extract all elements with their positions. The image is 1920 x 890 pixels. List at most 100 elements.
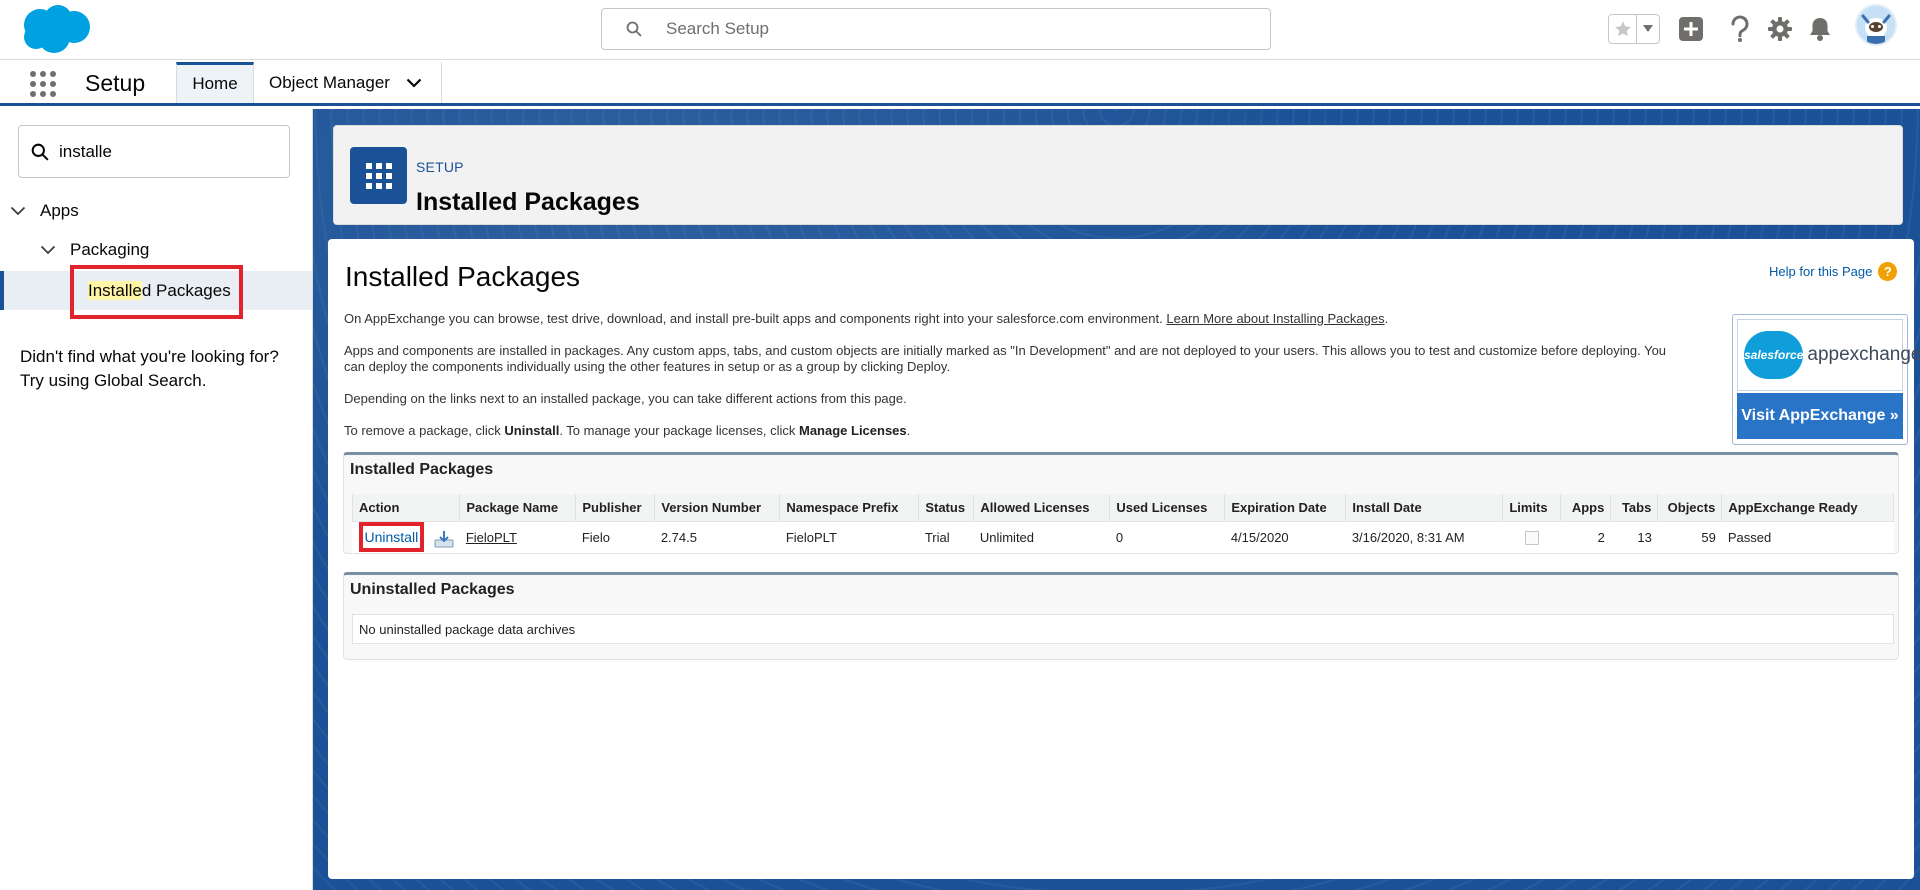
favorites-group bbox=[1608, 14, 1660, 44]
favorites-list-button[interactable] bbox=[1637, 15, 1659, 43]
column-header: Namespace Prefix bbox=[779, 494, 920, 522]
packages-explanation: Apps and components are installed in pac… bbox=[344, 343, 1667, 374]
tab-object-manager-label: Object Manager bbox=[269, 72, 390, 92]
column-header: Package Name bbox=[459, 494, 577, 522]
namespace-cell: FieloPLT bbox=[779, 521, 919, 554]
hint-line-2: Try using Global Search. bbox=[20, 371, 207, 390]
column-header: Publisher bbox=[575, 494, 656, 522]
action-cell: Uninstall bbox=[352, 521, 460, 554]
user-avatar[interactable] bbox=[1855, 4, 1897, 46]
astro-avatar-icon bbox=[1857, 6, 1895, 44]
publisher-cell: Fielo bbox=[575, 521, 655, 554]
tab-home-label: Home bbox=[192, 74, 238, 93]
column-header: Install Date bbox=[1345, 494, 1504, 522]
star-icon bbox=[1614, 21, 1631, 37]
setup-navigation-panel: Apps Packaging Installed Packages Didn't… bbox=[0, 109, 313, 890]
help-link-label: Help for this Page bbox=[1769, 264, 1873, 279]
context-bar: Setup Home Object Manager bbox=[0, 60, 1920, 106]
uninstalled-packages-section: Uninstalled Packages No uninstalled pack… bbox=[343, 572, 1899, 660]
uninstalled-packages-title: Uninstalled Packages bbox=[350, 581, 515, 598]
visit-appexchange-button[interactable]: Visit AppExchange » bbox=[1737, 393, 1903, 439]
icon-square bbox=[385, 162, 392, 169]
installed-packages-title: Installed Packages bbox=[350, 461, 494, 478]
period: . bbox=[1384, 311, 1389, 326]
chevron-down-icon[interactable] bbox=[10, 206, 26, 216]
uninstalled-empty-message: No uninstalled package data archives bbox=[352, 614, 1894, 644]
app-launcher-button[interactable] bbox=[28, 69, 58, 99]
app-launcher-dot bbox=[40, 91, 46, 97]
package-name-link[interactable]: FieloPLT bbox=[466, 530, 517, 545]
column-header: Expiration Date bbox=[1224, 494, 1347, 522]
uninstall-highlight: Uninstall bbox=[358, 522, 425, 552]
tab-home[interactable]: Home bbox=[176, 62, 254, 103]
column-header: Used Licenses bbox=[1109, 494, 1226, 522]
column-header: Limits bbox=[1502, 494, 1562, 522]
app-launcher-dot bbox=[40, 71, 46, 77]
tree-node-apps[interactable]: Apps bbox=[10, 201, 79, 221]
global-header bbox=[0, 0, 1920, 60]
search-icon bbox=[626, 21, 642, 37]
help-for-this-page-link[interactable]: Help for this Page ? bbox=[1769, 262, 1898, 281]
version-cell: 2.74.5 bbox=[654, 521, 780, 554]
limits-checkbox[interactable] bbox=[1524, 530, 1539, 545]
help-button[interactable] bbox=[1723, 12, 1757, 46]
appexchange-wordmark: appexchange bbox=[1807, 344, 1920, 365]
salesforce-logo-icon[interactable] bbox=[18, 3, 94, 55]
setup-app-icon bbox=[350, 147, 407, 204]
tree-node-installed-packages[interactable]: Installed Packages bbox=[0, 265, 312, 319]
appexchange-banner[interactable]: salesforce appexchange Visit AppExchange… bbox=[1732, 314, 1920, 445]
chevron-down-icon[interactable] bbox=[406, 78, 422, 88]
download-icon[interactable] bbox=[434, 530, 454, 548]
column-header: Apps bbox=[1560, 494, 1612, 522]
quick-find-input[interactable] bbox=[59, 138, 279, 166]
global-search[interactable] bbox=[601, 8, 1271, 50]
tab-object-manager[interactable]: Object Manager bbox=[254, 62, 442, 103]
remove-text-e: . bbox=[906, 423, 911, 438]
learn-more-link[interactable]: Learn More about Installing Packages bbox=[1166, 311, 1384, 326]
app-launcher-dot bbox=[30, 81, 36, 87]
icon-square bbox=[375, 162, 382, 169]
manage-licenses-term: Manage Licenses bbox=[798, 423, 907, 438]
column-header: Allowed Licenses bbox=[973, 494, 1111, 522]
remove-text-a: To remove a package, click bbox=[344, 423, 505, 438]
remove-text-c: . To manage your package licenses, click bbox=[559, 423, 799, 438]
column-header: Tabs bbox=[1610, 494, 1659, 522]
bell-icon bbox=[1810, 18, 1830, 41]
app-launcher-dot bbox=[30, 91, 36, 97]
column-header: Status bbox=[918, 494, 975, 522]
app-name: Setup bbox=[85, 70, 146, 96]
page-subtitle: SETUP bbox=[416, 159, 464, 175]
intro-paragraph: On AppExchange you can browse, test driv… bbox=[344, 311, 1689, 327]
global-search-input[interactable] bbox=[666, 15, 1246, 43]
chevron-down-icon[interactable] bbox=[40, 245, 56, 255]
notifications-button[interactable] bbox=[1803, 12, 1837, 46]
add-icon bbox=[1679, 17, 1703, 41]
used-licenses-cell: 0 bbox=[1109, 521, 1225, 554]
gear-icon bbox=[1768, 17, 1792, 41]
appexchange-ready-cell: Passed bbox=[1721, 521, 1894, 554]
favorite-star-button[interactable] bbox=[1609, 15, 1637, 43]
column-header: Version Number bbox=[654, 494, 781, 522]
search-match-highlight: Installe bbox=[88, 281, 142, 300]
appexchange-logo: salesforce appexchange bbox=[1737, 319, 1920, 391]
app-launcher-dot bbox=[30, 71, 36, 77]
allowed-licenses-cell: Unlimited bbox=[973, 521, 1110, 554]
help-icon[interactable]: ? bbox=[1878, 262, 1898, 281]
tree-node-installed-packages-label[interactable]: Installed Packages bbox=[88, 281, 231, 301]
salesforce-cloud-icon: salesforce bbox=[1744, 331, 1804, 379]
global-actions-button[interactable] bbox=[1674, 12, 1708, 46]
column-header: Objects bbox=[1657, 494, 1723, 522]
tabs-cell: 13 bbox=[1610, 521, 1658, 554]
icon-square bbox=[375, 172, 382, 179]
tree-node-packaging[interactable]: Packaging bbox=[40, 240, 149, 260]
app-launcher-dot bbox=[50, 71, 56, 77]
main-content-area: SETUP Installed Packages Installed Packa… bbox=[313, 109, 1920, 890]
icon-square bbox=[365, 182, 372, 189]
label-remainder: d Packages bbox=[141, 281, 231, 300]
uninstall-link[interactable]: Uninstall bbox=[365, 529, 419, 545]
quick-find[interactable] bbox=[18, 125, 290, 178]
install-date-cell: 3/16/2020, 8:31 AM bbox=[1345, 521, 1503, 554]
app-launcher-dot bbox=[50, 91, 56, 97]
column-header: Action bbox=[351, 494, 461, 522]
setup-button[interactable] bbox=[1763, 12, 1797, 46]
